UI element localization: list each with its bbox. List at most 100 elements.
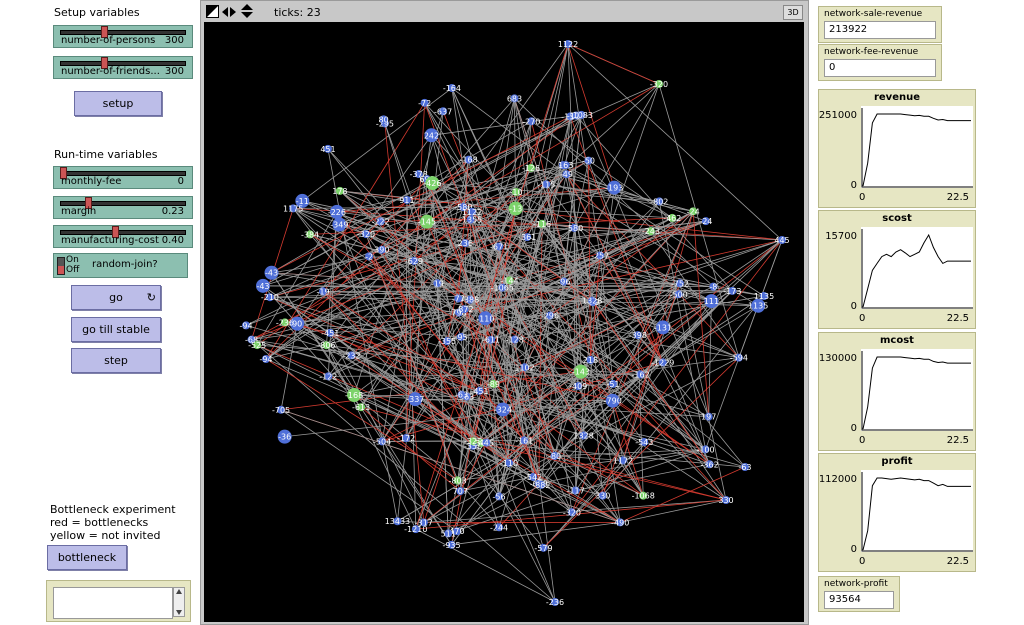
node-label: -2: [365, 252, 373, 261]
go-button[interactable]: go ↻: [71, 285, 161, 310]
slider-manufacturing-cost[interactable]: manufacturing-cost 0.40: [53, 225, 193, 248]
node-label: -296: [541, 311, 559, 320]
node-label: 511: [441, 529, 456, 538]
node-label: -525: [248, 341, 266, 350]
node-label: -1065: [491, 284, 514, 293]
node-label: -143: [572, 368, 590, 377]
slider-label: monthly-fee: [61, 176, 122, 187]
node-label: -1083: [570, 111, 593, 120]
series-line: [862, 356, 971, 430]
node-label: -1355: [459, 216, 482, 225]
node-label: -232: [342, 351, 360, 360]
node-label: -490: [611, 518, 629, 527]
step-button[interactable]: step: [71, 348, 161, 373]
switch-on-label: On: [66, 255, 79, 265]
input-textarea[interactable]: [53, 587, 173, 619]
node-label: -388: [461, 296, 479, 305]
node-label: -19: [316, 287, 329, 296]
node-label: -320: [563, 508, 581, 517]
runtime-section-label: Run-time variables: [54, 148, 158, 161]
slider-margin[interactable]: margin 0.23: [53, 196, 193, 219]
node-label: 111: [704, 297, 719, 306]
node-label: -542: [524, 473, 542, 482]
random-join-switch[interactable]: On Off random-join?: [53, 253, 188, 278]
node-label: -168: [345, 391, 363, 400]
slider-label: manufacturing-cost: [61, 235, 159, 246]
node-label: -236: [546, 598, 564, 607]
x-max-label: 22.5: [946, 556, 969, 567]
series-line: [862, 477, 971, 551]
node-label: -49: [560, 170, 573, 179]
arrows-vertical-icon[interactable]: [241, 4, 253, 20]
node-label: -361: [518, 233, 536, 242]
go-button-label: go: [109, 291, 123, 304]
node-label: 197: [701, 413, 716, 422]
setup-button[interactable]: setup: [74, 91, 162, 116]
node-label: -168: [460, 156, 478, 165]
node-label: -935: [442, 541, 460, 550]
plot-axes: [861, 229, 973, 309]
node-label: -172: [397, 434, 415, 443]
node-label: 1102: [514, 363, 534, 372]
series-line: [862, 113, 971, 187]
3d-view-button[interactable]: 3D: [783, 5, 803, 20]
network-graph: 1122 -320 445 -63 -236 -94 330 1135 1328 -500 -705…: [240, 40, 790, 607]
node-label: -80: [548, 452, 561, 461]
y-min-label: 0: [850, 423, 857, 434]
scroll-down-icon[interactable]: [176, 610, 182, 615]
node-label: -110: [500, 459, 518, 468]
node-label: -803: [449, 476, 467, 485]
plot-svg: [861, 108, 973, 188]
network-edge: [384, 123, 425, 523]
bottleneck-button[interactable]: bottleneck: [47, 545, 127, 570]
network-edge: [612, 211, 694, 401]
bottleneck-note-line1: Bottleneck experiment: [50, 503, 176, 516]
node-label: -543: [635, 438, 653, 447]
node-label: -94: [240, 321, 253, 330]
node-label: -244: [490, 523, 508, 532]
plot-scost: scost 15700 0 0 22.5: [818, 210, 976, 329]
switch-label: random-join?: [92, 259, 158, 270]
node-label: -462: [663, 214, 681, 223]
slider-value: 0: [177, 176, 184, 187]
network-edge: [705, 239, 783, 450]
node-label: -96: [557, 278, 570, 287]
node-label: -337: [406, 395, 424, 404]
plot-title: profit: [881, 456, 913, 467]
slider-label: number-of-friends...: [61, 66, 160, 77]
input-scrollbar[interactable]: [173, 587, 185, 617]
slider-value: 0.23: [161, 206, 184, 217]
slider-monthly-fee[interactable]: monthly-fee 0: [53, 166, 193, 189]
node-label: -579: [534, 544, 552, 553]
monitor-value: 93564: [824, 591, 894, 609]
edges-group: [245, 43, 783, 603]
node-label: -161: [515, 436, 533, 445]
network-world[interactable]: 1122 -320 445 -63 -236 -94 330 1135 1328 -500 -705…: [204, 22, 804, 622]
node-label: -790: [604, 397, 622, 406]
node-label: 390: [374, 246, 389, 255]
switch-toggle[interactable]: [57, 257, 65, 275]
monitor-network-sale-revenue: network-sale-revenue 213922: [818, 6, 942, 43]
node-label: -802: [650, 197, 668, 206]
go-till-stable-button[interactable]: go till stable: [71, 317, 161, 342]
slider-number-of-persons[interactable]: number-of-persons 300: [53, 25, 193, 48]
input-box[interactable]: [46, 580, 191, 622]
arrows-horizontal-icon[interactable]: [222, 6, 238, 18]
node-label: -24: [699, 217, 712, 226]
plot-axes: [861, 472, 973, 552]
zoom-icon[interactable]: [206, 5, 219, 18]
node-label: 1172: [613, 456, 633, 465]
node-label: 242: [424, 131, 439, 140]
node-label: 1122: [558, 40, 578, 49]
node-label: -173: [723, 287, 741, 296]
x-min-label: 0: [859, 556, 866, 567]
node-label: -872: [455, 305, 473, 314]
node-label: -128: [506, 336, 524, 345]
plot-area: [861, 470, 973, 552]
slider-number-of-friends[interactable]: number-of-friends... 300: [53, 56, 193, 79]
network-edge: [431, 115, 577, 136]
setup-section-label: Setup variables: [54, 6, 140, 19]
node-label: -36: [278, 433, 291, 442]
scroll-up-icon[interactable]: [176, 589, 182, 594]
monitor-network-profit: network-profit 93564: [818, 576, 900, 612]
